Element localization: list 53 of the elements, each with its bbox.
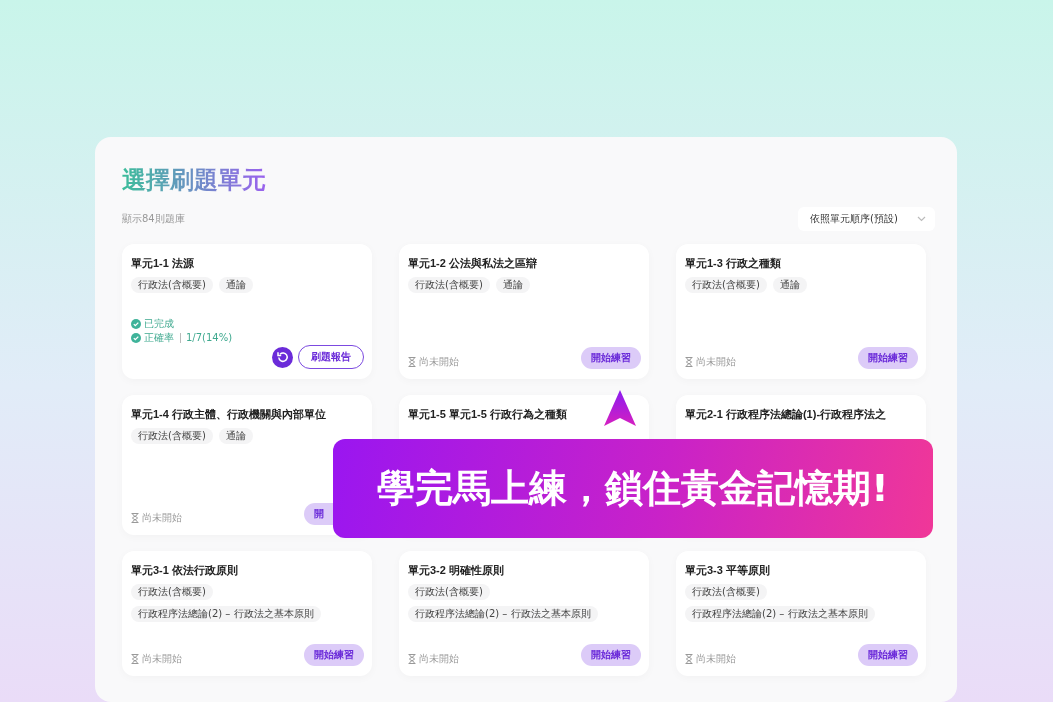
start-practice-button[interactable]: 開始練習 <box>858 644 918 666</box>
unit-title: 單元3-1 依法行政原則 <box>131 563 239 578</box>
unit-title: 單元3-3 平等原則 <box>685 563 771 578</box>
subject-tag: 行政法(含概要) <box>131 277 213 293</box>
hourglass-icon <box>685 357 693 367</box>
subject-tag: 通論 <box>495 277 530 293</box>
retry-button[interactable] <box>272 346 293 368</box>
hourglass-icon <box>131 513 139 523</box>
hourglass-icon <box>408 357 416 367</box>
subject-tag: 行政程序法總論(2) – 行政法之基本原則 <box>685 606 875 622</box>
banner-text: 學完馬上練，鎖住黃金記憶期! <box>377 465 889 512</box>
subject-tag: 行政程序法總論(2) – 行政法之基本原則 <box>408 606 598 622</box>
check-circle-icon <box>131 319 141 329</box>
hourglass-icon <box>685 654 693 664</box>
start-practice-button[interactable]: 開始練習 <box>858 347 918 369</box>
completed-label: 已完成 <box>144 317 174 331</box>
subject-tag: 行政法(含概要) <box>131 428 213 444</box>
accuracy-value: 1/7(14%) <box>180 333 233 343</box>
unit-title: 單元2-1 行政程序法總論(1)-行政程序法之 <box>685 407 888 422</box>
hourglass-icon <box>131 654 139 664</box>
unit-title: 單元1-1 法源 <box>131 256 195 271</box>
sort-dropdown[interactable]: 依照單元順序(預設) <box>798 207 935 231</box>
status-label: 尚未開始 <box>696 355 736 369</box>
accuracy-label: 正確率 <box>144 331 174 345</box>
refresh-icon <box>276 351 289 363</box>
unit-title: 單元1-3 行政之種類 <box>685 256 782 271</box>
subject-tag: 行政法(含概要) <box>685 584 767 600</box>
check-circle-icon <box>131 333 141 343</box>
pointer-arrow-icon <box>604 390 636 426</box>
status-label: 尚未開始 <box>142 652 182 666</box>
unit-title: 單元1-2 公法與私法之區辯 <box>408 256 538 271</box>
subject-tag: 通論 <box>772 277 807 293</box>
status-label: 尚未開始 <box>419 652 459 666</box>
unit-title: 單元3-2 明確性原則 <box>408 563 505 578</box>
start-practice-button[interactable]: 開始練習 <box>581 347 641 369</box>
subject-tag: 行政法(含概要) <box>408 584 490 600</box>
subject-tag: 行政法(含概要) <box>131 584 213 600</box>
status-label: 尚未開始 <box>142 511 182 525</box>
subject-tag: 行政法(含概要) <box>408 277 490 293</box>
subject-tag: 通論 <box>218 277 253 293</box>
start-practice-button[interactable]: 開始練習 <box>304 644 364 666</box>
subject-tag: 行政法(含概要) <box>685 277 767 293</box>
subject-tag: 行政程序法總論(2) – 行政法之基本原則 <box>131 606 321 622</box>
result-count: 顯示84則題庫 <box>122 212 185 226</box>
subject-tag: 通論 <box>218 428 253 444</box>
unit-title: 單元1-5 單元1-5 行政行為之種類 <box>408 407 568 422</box>
status-label: 尚未開始 <box>696 652 736 666</box>
chevron-down-icon <box>917 216 926 222</box>
unit-title: 單元1-4 行政主體、行政機關與內部單位 <box>131 407 327 422</box>
start-practice-button[interactable]: 開始練習 <box>581 644 641 666</box>
hourglass-icon <box>408 654 416 664</box>
report-button[interactable]: 刷題報告 <box>298 345 364 369</box>
status-label: 尚未開始 <box>419 355 459 369</box>
